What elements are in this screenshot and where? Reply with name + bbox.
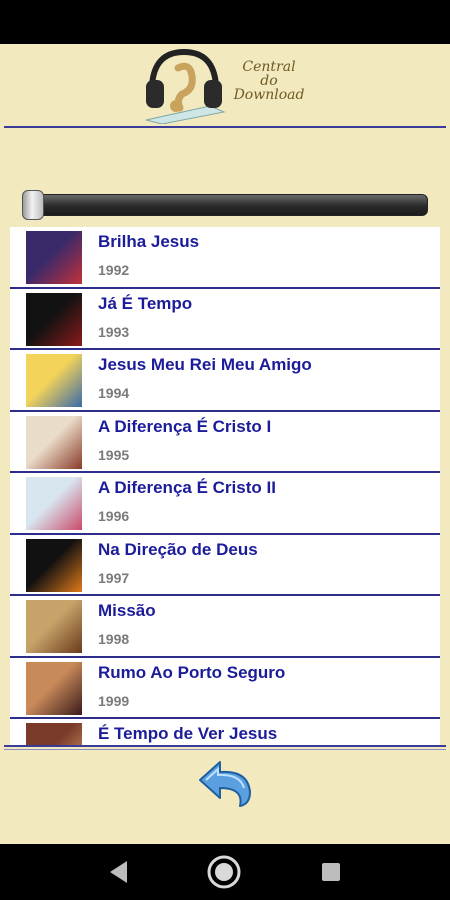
album-title: Já É Tempo bbox=[98, 293, 193, 313]
nav-home-icon[interactable] bbox=[206, 854, 242, 890]
album-cover-image bbox=[26, 415, 82, 469]
system-nav-bar bbox=[0, 844, 450, 900]
headphones-logo-icon bbox=[145, 48, 226, 124]
album-list-item[interactable]: Missão 1998 bbox=[10, 596, 440, 658]
header-divider bbox=[4, 126, 446, 128]
album-cover-image bbox=[26, 292, 82, 346]
seek-slider[interactable] bbox=[22, 190, 428, 220]
album-year: 1995 bbox=[98, 446, 130, 463]
app-logo: Central do Download bbox=[140, 46, 310, 124]
back-button[interactable] bbox=[196, 758, 254, 808]
nav-back-icon[interactable] bbox=[107, 859, 129, 885]
album-title: A Diferença É Cristo II bbox=[98, 478, 276, 497]
album-year: 1992 bbox=[98, 262, 130, 278]
album-cover-image bbox=[26, 354, 82, 407]
status-bar bbox=[0, 0, 450, 44]
logo-text-line-2: do bbox=[260, 73, 278, 89]
album-title: Brilha Jesus bbox=[98, 232, 200, 251]
album-list-item[interactable]: É Tempo de Ver Jesus bbox=[10, 719, 440, 746]
album-title: É Tempo de Ver Jesus bbox=[98, 724, 278, 743]
album-year: 1997 bbox=[98, 569, 130, 586]
album-title: Na Direção de Deus bbox=[98, 539, 258, 559]
album-list-item[interactable]: A Diferença É Cristo II 1996 bbox=[10, 473, 440, 535]
album-year: 1998 bbox=[98, 631, 130, 647]
album-title: Jesus Meu Rei Meu Amigo bbox=[98, 355, 312, 374]
album-list-item[interactable]: Já É Tempo 1993 bbox=[10, 288, 440, 350]
album-list-item[interactable]: Na Direção de Deus 1997 bbox=[10, 534, 440, 596]
album-year: 1994 bbox=[98, 385, 130, 401]
list-divider-secondary bbox=[4, 749, 446, 750]
album-title: A Diferença É Cristo I bbox=[98, 416, 272, 436]
slider-track[interactable] bbox=[26, 194, 428, 216]
album-year: 1999 bbox=[98, 692, 130, 709]
album-title: Missão bbox=[98, 601, 156, 620]
album-title: Rumo Ao Porto Seguro bbox=[98, 662, 286, 682]
album-list-item[interactable]: Jesus Meu Rei Meu Amigo 1994 bbox=[10, 350, 440, 412]
logo-text-line-1: Central bbox=[242, 59, 296, 75]
album-list-item[interactable]: Brilha Jesus 1992 bbox=[10, 227, 440, 289]
back-arrow-icon bbox=[199, 761, 251, 807]
album-list-item[interactable]: Rumo Ao Porto Seguro 1999 bbox=[10, 657, 440, 719]
album-cover-image bbox=[26, 538, 82, 592]
album-year: 1996 bbox=[98, 508, 130, 524]
nav-recents-icon[interactable] bbox=[321, 862, 341, 882]
header: Central do Download bbox=[0, 44, 450, 130]
album-list-item[interactable]: A Diferença É Cristo I 1995 bbox=[10, 411, 440, 473]
album-year: 1993 bbox=[98, 323, 130, 340]
album-cover-image bbox=[26, 477, 82, 530]
album-cover-image bbox=[26, 661, 82, 715]
album-list[interactable]: Brilha Jesus 1992 Já É Tempo 1993 Jesus Meu … bbox=[10, 227, 440, 746]
album-cover-image bbox=[26, 231, 82, 284]
slider-thumb[interactable] bbox=[22, 190, 44, 220]
list-divider bbox=[4, 745, 446, 747]
album-cover-image bbox=[26, 600, 82, 653]
logo-text-line-3: Download bbox=[233, 87, 305, 103]
app-screen: Central do Download Brilha Jesus 1992 Já É… bbox=[0, 44, 450, 844]
album-cover-image bbox=[26, 723, 82, 746]
logo-text: Central do Download bbox=[224, 60, 314, 102]
